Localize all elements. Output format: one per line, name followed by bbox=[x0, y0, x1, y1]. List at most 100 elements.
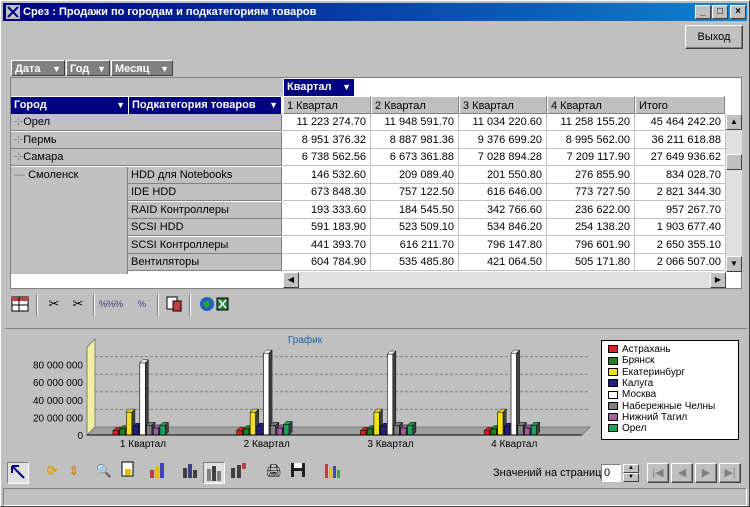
table-cell[interactable]: 616 646.00 bbox=[459, 184, 547, 201]
close-button[interactable]: × bbox=[730, 5, 746, 19]
column-header[interactable]: 1 Квартал bbox=[283, 96, 371, 114]
filter-field-month[interactable]: Месяц ▼ bbox=[111, 60, 173, 76]
scroll-up-icon[interactable]: ▲ bbox=[726, 114, 742, 130]
first-page-icon[interactable]: |◀ bbox=[647, 463, 669, 483]
table-layout-icon[interactable] bbox=[9, 293, 31, 315]
row-subcategory[interactable]: HDD для Notebooks bbox=[128, 167, 282, 184]
scroll-right-icon[interactable]: ▶ bbox=[710, 272, 726, 288]
column-header[interactable]: 3 Квартал bbox=[459, 96, 547, 114]
export-icon[interactable] bbox=[163, 293, 185, 315]
table-cell[interactable]: 534 846.20 bbox=[459, 219, 547, 236]
table-cell[interactable]: 505 171.80 bbox=[547, 254, 635, 271]
table-cell[interactable]: 773 727.50 bbox=[547, 184, 635, 201]
table-cell[interactable]: 11 034 220.60 bbox=[459, 114, 547, 131]
table-cell[interactable]: 2 066 507.00 bbox=[635, 254, 726, 271]
column-header[interactable]: Итого bbox=[635, 96, 725, 114]
column-header[interactable]: 2 Квартал bbox=[371, 96, 459, 114]
scroll-left-icon[interactable]: ◀ bbox=[283, 272, 299, 288]
move-icon[interactable]: ⇕ bbox=[63, 460, 85, 482]
collapse-icon[interactable]: — bbox=[14, 169, 28, 181]
table-cell[interactable]: 342 766.60 bbox=[459, 202, 547, 219]
expand-icon[interactable]: ⊹ bbox=[14, 134, 23, 146]
row-city[interactable]: ⊹Пермь bbox=[11, 132, 282, 149]
row-city[interactable]: — Смоленск bbox=[11, 167, 128, 274]
minimize-button[interactable]: _ bbox=[695, 5, 711, 19]
print-icon[interactable]: 🖨 bbox=[263, 460, 285, 482]
table-cell[interactable]: 236 622.00 bbox=[547, 202, 635, 219]
scroll-thumb[interactable] bbox=[726, 154, 742, 170]
table-cell[interactable]: 523 509.10 bbox=[371, 219, 459, 236]
row-subcategory[interactable]: SCSI HDD bbox=[128, 219, 282, 236]
table-cell[interactable]: 8 887 981.36 bbox=[371, 132, 459, 149]
table-cell[interactable]: 834 028.70 bbox=[635, 167, 726, 184]
chart-type-icon[interactable] bbox=[321, 460, 343, 482]
table-cell[interactable]: 276 855.90 bbox=[547, 167, 635, 184]
row-subcategory[interactable]: IDE HDD bbox=[128, 184, 282, 201]
percent-icon[interactable]: %%% bbox=[99, 293, 123, 315]
row-field-city[interactable]: Город ▼ bbox=[11, 97, 128, 114]
table-cell[interactable]: 6 673 361.88 bbox=[371, 149, 459, 166]
table-cell[interactable]: 11 258 155.20 bbox=[547, 114, 635, 131]
table-cell[interactable]: 591 183.90 bbox=[283, 219, 371, 236]
table-cell[interactable]: 146 532.60 bbox=[283, 167, 371, 184]
table-cell[interactable]: 616 211.70 bbox=[371, 237, 459, 254]
table-cell[interactable]: 27 649 936.62 bbox=[635, 149, 726, 166]
chart-settings-icon[interactable] bbox=[147, 460, 169, 482]
table-cell[interactable]: 45 464 242.20 bbox=[635, 114, 726, 131]
table-cell[interactable]: 209 089.40 bbox=[371, 167, 459, 184]
table-cell[interactable]: 11 223 274.70 bbox=[283, 114, 371, 131]
exit-button[interactable]: Выход bbox=[685, 25, 743, 49]
table-cell[interactable]: 2 650 355.10 bbox=[635, 237, 726, 254]
last-page-icon[interactable]: ▶| bbox=[719, 463, 741, 483]
save-icon[interactable] bbox=[287, 460, 309, 482]
table-cell[interactable]: 421 064.50 bbox=[459, 254, 547, 271]
table-cell[interactable]: 254 138.20 bbox=[547, 219, 635, 236]
page-size-input[interactable]: 0 bbox=[601, 464, 621, 482]
table-cell[interactable]: 7 209 117.90 bbox=[547, 149, 635, 166]
expand-icon[interactable]: ⊹ bbox=[14, 151, 23, 163]
spinner-up-icon[interactable]: ▲ bbox=[623, 464, 639, 473]
horizontal-scrollbar[interactable]: ◀ ▶ bbox=[283, 272, 726, 288]
scissors-icon[interactable]: ✂ bbox=[67, 293, 89, 315]
table-cell[interactable]: 673 848.30 bbox=[283, 184, 371, 201]
row-subcategory[interactable]: SCSI Контроллеры bbox=[128, 237, 282, 254]
table-cell[interactable]: 1 903 677.40 bbox=[635, 219, 726, 236]
spinner-down-icon[interactable]: ▼ bbox=[623, 473, 639, 482]
scroll-down-icon[interactable]: ▼ bbox=[726, 256, 742, 272]
table-cell[interactable]: 2 821 344.30 bbox=[635, 184, 726, 201]
table-cell[interactable]: 441 393.70 bbox=[283, 237, 371, 254]
table-cell[interactable]: 36 211 618.88 bbox=[635, 132, 726, 149]
column-header[interactable]: 4 Квартал bbox=[547, 96, 635, 114]
table-cell[interactable]: 535 485.80 bbox=[371, 254, 459, 271]
row-city[interactable]: ⊹Самара bbox=[11, 149, 282, 166]
title-bar[interactable]: Срез : Продажи по городам и подкатегория… bbox=[3, 3, 747, 21]
row-field-subcategory[interactable]: Подкатегория товаров ▼ bbox=[129, 97, 281, 114]
table-cell[interactable]: 9 376 699.20 bbox=[459, 132, 547, 149]
table-cell[interactable]: 957 267.70 bbox=[635, 202, 726, 219]
arrow-cursor-icon[interactable] bbox=[7, 462, 29, 484]
table-cell[interactable]: 8 995 562.00 bbox=[547, 132, 635, 149]
table-cell[interactable]: 604 784.90 bbox=[283, 254, 371, 271]
filter-field-date[interactable]: Дата ▼ bbox=[11, 60, 65, 76]
stacked-chart-icon[interactable] bbox=[203, 462, 225, 484]
rotate-icon[interactable]: ⟳ bbox=[41, 460, 63, 482]
zoom-icon[interactable]: 🔍 bbox=[93, 460, 115, 482]
next-page-icon[interactable]: ▶ bbox=[695, 463, 717, 483]
expand-icon[interactable]: ⊹ bbox=[14, 116, 23, 128]
bar-chart-icon[interactable] bbox=[179, 460, 201, 482]
table-cell[interactable]: 11 948 591.70 bbox=[371, 114, 459, 131]
excel-export-icon[interactable] bbox=[195, 293, 231, 315]
chart-3d-icon[interactable] bbox=[227, 460, 249, 482]
table-cell[interactable]: 796 147.80 bbox=[459, 237, 547, 254]
row-subcategory[interactable]: Вентиляторы bbox=[128, 254, 282, 271]
table-cell[interactable]: 193 333.60 bbox=[283, 202, 371, 219]
table-cell[interactable]: 757 122.50 bbox=[371, 184, 459, 201]
row-subcategory[interactable]: RAID Контроллеры bbox=[128, 202, 282, 219]
column-field-quarter[interactable]: Квартал ▼ bbox=[284, 79, 354, 96]
table-cell[interactable]: 8 951 376.32 bbox=[283, 132, 371, 149]
maximize-button[interactable]: □ bbox=[712, 5, 728, 19]
cut-rows-icon[interactable]: ✂ bbox=[43, 293, 65, 315]
page-icon[interactable] bbox=[117, 460, 139, 482]
table-cell[interactable]: 7 028 894.28 bbox=[459, 149, 547, 166]
table-cell[interactable]: 796 601.90 bbox=[547, 237, 635, 254]
